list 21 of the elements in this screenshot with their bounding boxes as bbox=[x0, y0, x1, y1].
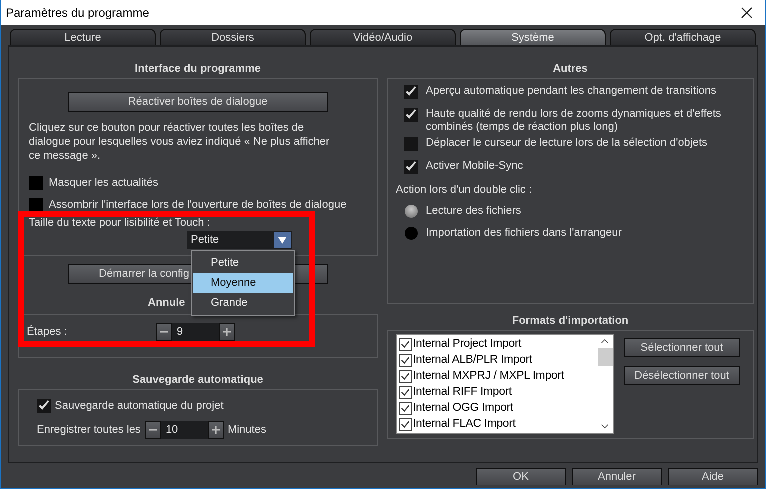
section-heading: Sauvegarde automatique bbox=[132, 373, 264, 388]
section-heading: Annule bbox=[148, 297, 186, 309]
section-heading: Interface du programme bbox=[134, 62, 262, 77]
section-heading: Autres bbox=[552, 62, 589, 77]
section-heading: Formats d'importation bbox=[511, 314, 630, 329]
checkbox-label: Haute qualité de rendu lors de zooms dynamiques et d'effets combinés (temps de réaction plus long) bbox=[426, 108, 722, 134]
field-label: Taille du texte pour lisibilité et Touch : bbox=[29, 217, 212, 229]
checkbox-label: Déplacer le curseur de lecture lors de la sélection d'objets bbox=[426, 137, 708, 150]
checkbox-label: Assombrir l'interface lors de l'ouverture de boîtes de dialogue bbox=[49, 199, 347, 211]
description-text: Cliquez sur ce bouton pour réactiver toutes les boîtes de dialogue pour lesquelles vous aviez indiqué « Ne plus afficher ce message ». bbox=[29, 121, 331, 163]
radio-label: Importation des fichiers dans l'arrangeur bbox=[426, 227, 622, 239]
window-title: Paramètres du programme bbox=[6, 6, 150, 20]
field-label: Action lors d'un double clic : bbox=[396, 183, 534, 198]
field-label: Enregistrer toutes les bbox=[37, 424, 141, 436]
checkbox-label: Sauvegarde automatique du projet bbox=[55, 400, 224, 412]
field-label: Étapes : bbox=[27, 326, 68, 338]
checkbox-label: Activer Mobile-Sync bbox=[426, 160, 524, 173]
radio-label: Lecture des fichiers bbox=[426, 205, 522, 217]
checkbox-label: Aperçu automatique pendant les changement de transitions bbox=[426, 85, 716, 98]
checkbox-label: Masquer les actualités bbox=[49, 177, 158, 189]
unit-label: Minutes bbox=[228, 424, 266, 436]
